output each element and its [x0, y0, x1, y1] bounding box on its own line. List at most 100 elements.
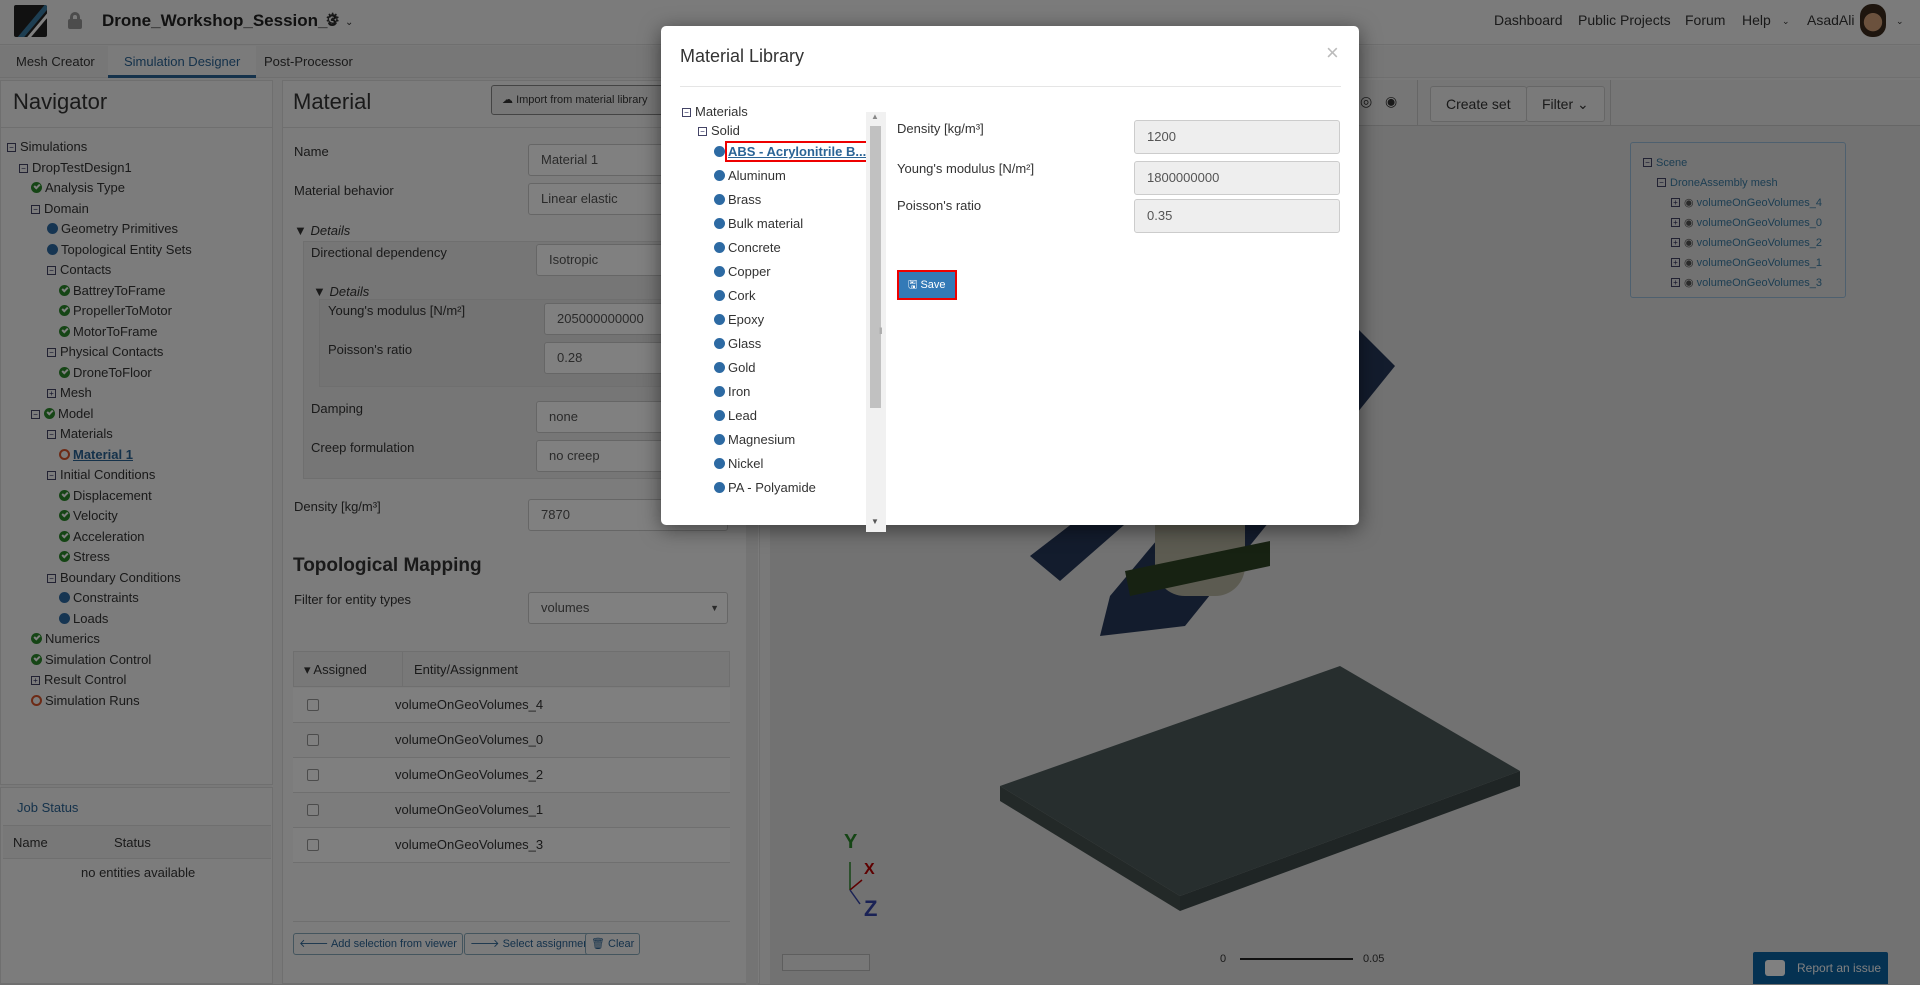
- hide-icon[interactable]: ◎: [1360, 93, 1372, 110]
- material-list-scrollbar[interactable]: ▲ ▼: [866, 112, 886, 532]
- nav-item[interactable]: Simulation Control: [7, 650, 192, 671]
- nav-item[interactable]: MotorToFrame: [7, 322, 192, 343]
- assigned-checkbox[interactable]: [307, 734, 319, 746]
- collapse-icon: −: [19, 163, 28, 173]
- scene-mesh[interactable]: − DroneAssembly mesh: [1643, 173, 1833, 193]
- avatar[interactable]: [1860, 4, 1886, 37]
- creep-label: Creep formulation: [311, 440, 415, 455]
- material-dot-icon: [714, 458, 725, 469]
- details-toggle[interactable]: ▼ Details: [313, 284, 369, 299]
- material-item[interactable]: Gold: [714, 356, 866, 380]
- table-row[interactable]: volumeOnGeoVolumes_3: [293, 828, 730, 863]
- app-logo[interactable]: [14, 5, 47, 37]
- nav-item[interactable]: Loads: [7, 609, 192, 630]
- report-issue-button[interactable]: Report an issue: [1753, 952, 1888, 984]
- material-item[interactable]: PA - Polyamide: [714, 476, 866, 500]
- material-item[interactable]: Aluminum: [714, 164, 866, 188]
- nav-item[interactable]: BattreyToFrame: [7, 281, 192, 302]
- material-item[interactable]: Concrete: [714, 236, 866, 260]
- scene-root[interactable]: − Scene: [1643, 153, 1833, 173]
- nav-item[interactable]: PropellerToMotor: [7, 301, 192, 322]
- nav-help[interactable]: Help: [1742, 12, 1771, 28]
- table-row[interactable]: volumeOnGeoVolumes_0: [293, 723, 730, 758]
- material-item[interactable]: Copper: [714, 260, 866, 284]
- nav-item[interactable]: − Contacts: [7, 260, 192, 281]
- material-item[interactable]: Glass: [714, 332, 866, 356]
- lib-density-input[interactable]: 1200: [1134, 120, 1340, 154]
- material-item[interactable]: Magnesium: [714, 428, 866, 452]
- material-item[interactable]: Nickel: [714, 452, 866, 476]
- tree-group-solid[interactable]: − Solid: [698, 123, 740, 138]
- tab-mesh-creator[interactable]: Mesh Creator: [0, 46, 111, 78]
- assigned-checkbox[interactable]: [307, 699, 319, 711]
- nav-item[interactable]: − Model: [7, 404, 192, 425]
- nav-item[interactable]: Stress: [7, 547, 192, 568]
- scene-item[interactable]: + ◉ volumeOnGeoVolumes_0: [1643, 213, 1833, 233]
- lib-poisson-input[interactable]: 0.35: [1134, 199, 1340, 233]
- nav-item[interactable]: − Initial Conditions: [7, 465, 192, 486]
- select-assignment-button[interactable]: 🡒 Select assignment: [464, 933, 599, 955]
- details-toggle[interactable]: ▼ Details: [294, 223, 350, 238]
- nav-dashboard[interactable]: Dashboard: [1494, 12, 1563, 28]
- nav-item[interactable]: + Result Control: [7, 670, 192, 691]
- material-item[interactable]: ABS - Acrylonitrile B...: [714, 140, 870, 164]
- chevron-down-icon[interactable]: ⌄: [1896, 16, 1904, 27]
- table-row[interactable]: volumeOnGeoVolumes_2: [293, 758, 730, 793]
- nav-item[interactable]: − Domain: [7, 199, 192, 220]
- tree-root[interactable]: − Materials: [682, 104, 748, 119]
- tab-simulation-designer[interactable]: Simulation Designer: [108, 46, 257, 78]
- nav-item[interactable]: Numerics: [7, 629, 192, 650]
- nav-item[interactable]: Analysis Type: [7, 178, 192, 199]
- youngs-label: Young's modulus [N/m²]: [328, 303, 466, 318]
- scene-item[interactable]: + ◉ volumeOnGeoVolumes_2: [1643, 233, 1833, 253]
- assigned-checkbox[interactable]: [307, 839, 319, 851]
- nav-item[interactable]: DroneToFloor: [7, 363, 192, 384]
- scene-item[interactable]: + ◉ volumeOnGeoVolumes_4: [1643, 193, 1833, 213]
- table-row[interactable]: volumeOnGeoVolumes_1: [293, 793, 730, 828]
- nav-item[interactable]: + Mesh: [7, 383, 192, 404]
- filter-button[interactable]: Filter ⌄: [1526, 86, 1605, 122]
- nav-item[interactable]: Acceleration: [7, 527, 192, 548]
- close-icon[interactable]: ×: [1326, 40, 1339, 66]
- nav-item[interactable]: Material 1: [7, 445, 192, 466]
- clear-button[interactable]: 🗑 Clear: [585, 933, 641, 955]
- assigned-checkbox[interactable]: [307, 804, 319, 816]
- material-item[interactable]: Cork: [714, 284, 866, 308]
- nav-item[interactable]: − Materials: [7, 424, 192, 445]
- nav-item[interactable]: Velocity: [7, 506, 192, 527]
- save-button[interactable]: 🖫 Save: [897, 270, 957, 300]
- viewer-text-area[interactable]: [782, 954, 870, 971]
- nav-item[interactable]: − Simulations: [7, 137, 192, 158]
- gear-icon[interactable]: ⚙ ⌄: [325, 10, 353, 30]
- table-row[interactable]: volumeOnGeoVolumes_4: [293, 688, 730, 723]
- eye-icon[interactable]: ◉: [1385, 93, 1397, 110]
- material-item[interactable]: Lead: [714, 404, 866, 428]
- nav-item[interactable]: Constraints: [7, 588, 192, 609]
- material-item[interactable]: Iron: [714, 380, 866, 404]
- scene-item[interactable]: + ◉ volumeOnGeoVolumes_3: [1643, 273, 1833, 293]
- nav-item[interactable]: − DropTestDesign1: [7, 158, 192, 179]
- material-item[interactable]: Brass: [714, 188, 866, 212]
- tab-post-processor[interactable]: Post-Processor: [248, 46, 369, 78]
- nav-item[interactable]: − Physical Contacts: [7, 342, 192, 363]
- lib-youngs-input[interactable]: 1800000000: [1134, 161, 1340, 195]
- nav-item[interactable]: − Boundary Conditions: [7, 568, 192, 589]
- nav-item[interactable]: Displacement: [7, 486, 192, 507]
- add-selection-button[interactable]: 🡐 Add selection from viewer: [293, 933, 463, 955]
- assigned-checkbox[interactable]: [307, 769, 319, 781]
- create-set-button[interactable]: Create set: [1430, 86, 1527, 122]
- nav-item[interactable]: Topological Entity Sets: [7, 240, 192, 261]
- resize-handle[interactable]: ‖: [879, 326, 883, 336]
- chevron-down-icon[interactable]: ⌄: [1782, 16, 1790, 27]
- assigned-column[interactable]: ▾ Assigned: [304, 662, 367, 678]
- material-item[interactable]: Epoxy: [714, 308, 866, 332]
- nav-public-projects[interactable]: Public Projects: [1578, 12, 1671, 28]
- nav-item[interactable]: Geometry Primitives: [7, 219, 192, 240]
- nav-item[interactable]: Simulation Runs: [7, 691, 192, 712]
- filter-select[interactable]: volumes ▼: [528, 592, 728, 624]
- nav-forum[interactable]: Forum: [1685, 12, 1725, 28]
- user-name[interactable]: AsadAli: [1807, 12, 1854, 28]
- scene-item[interactable]: + ◉ volumeOnGeoVolumes_1: [1643, 253, 1833, 273]
- collapse-icon: −: [31, 409, 40, 419]
- material-item[interactable]: Bulk material: [714, 212, 866, 236]
